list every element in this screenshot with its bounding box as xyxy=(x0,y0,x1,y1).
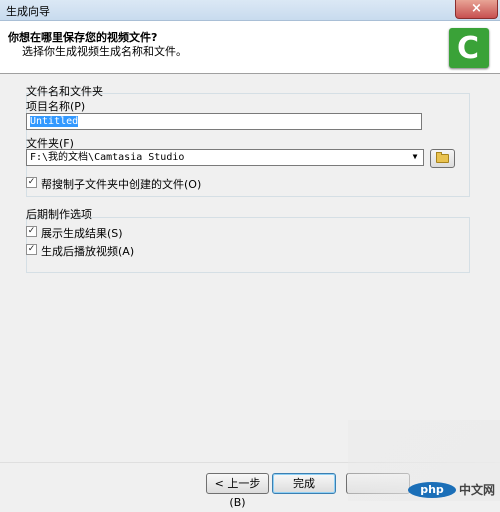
file-section-label: 文件名和文件夹 xyxy=(26,85,103,98)
subfolder-checkbox-row[interactable]: ✓ 帮搜制子文件夹中创建的文件(O) xyxy=(26,176,326,191)
project-name-value: Untitled xyxy=(30,116,79,127)
folder-value: F:\我的文档\Camtasia Studio xyxy=(30,152,185,163)
subfolder-checkbox-label: 帮搜制子文件夹中创建的文件(O) xyxy=(41,178,202,191)
play-after-checkbox-row[interactable]: ✓ 生成后播放视频(A) xyxy=(26,243,226,258)
play-after-checkbox[interactable]: ✓ xyxy=(26,244,37,255)
play-after-label: 生成后播放视频(A) xyxy=(41,245,135,258)
project-name-label: 项目名称(P) xyxy=(26,100,86,113)
show-results-checkbox[interactable]: ✓ xyxy=(26,226,37,237)
subfolder-checkbox[interactable]: ✓ xyxy=(26,177,37,188)
close-icon: × xyxy=(471,1,482,16)
show-results-checkbox-row[interactable]: ✓ 展示生成结果(S) xyxy=(26,225,226,240)
header-subtitle: 选择你生成视频生成名称和文件。 xyxy=(22,45,187,58)
chevron-down-icon[interactable]: ▼ xyxy=(409,150,421,164)
post-section-label: 后期制作选项 xyxy=(26,208,92,221)
camtasia-logo-icon: C xyxy=(449,28,489,68)
title-bar: 生成向导 × xyxy=(0,0,500,21)
logo-letter: C xyxy=(457,31,480,66)
folder-combobox[interactable]: F:\我的文档\Camtasia Studio ▼ xyxy=(26,149,424,166)
show-results-label: 展示生成结果(S) xyxy=(41,227,123,240)
folder-icon xyxy=(436,152,449,163)
wizard-header: 你想在哪里保存您的视频文件? 选择你生成视频生成名称和文件。 C xyxy=(0,21,500,74)
close-button[interactable]: × xyxy=(455,0,498,19)
window-title: 生成向导 xyxy=(6,5,50,18)
browse-folder-button[interactable] xyxy=(430,149,455,168)
finish-button[interactable]: 完成 xyxy=(272,473,336,494)
back-button[interactable]: < 上一步(B) xyxy=(206,473,269,509)
php-logo: php xyxy=(408,482,456,498)
project-name-input[interactable]: Untitled xyxy=(26,113,422,130)
watermark-text: 中文网 xyxy=(459,483,496,497)
